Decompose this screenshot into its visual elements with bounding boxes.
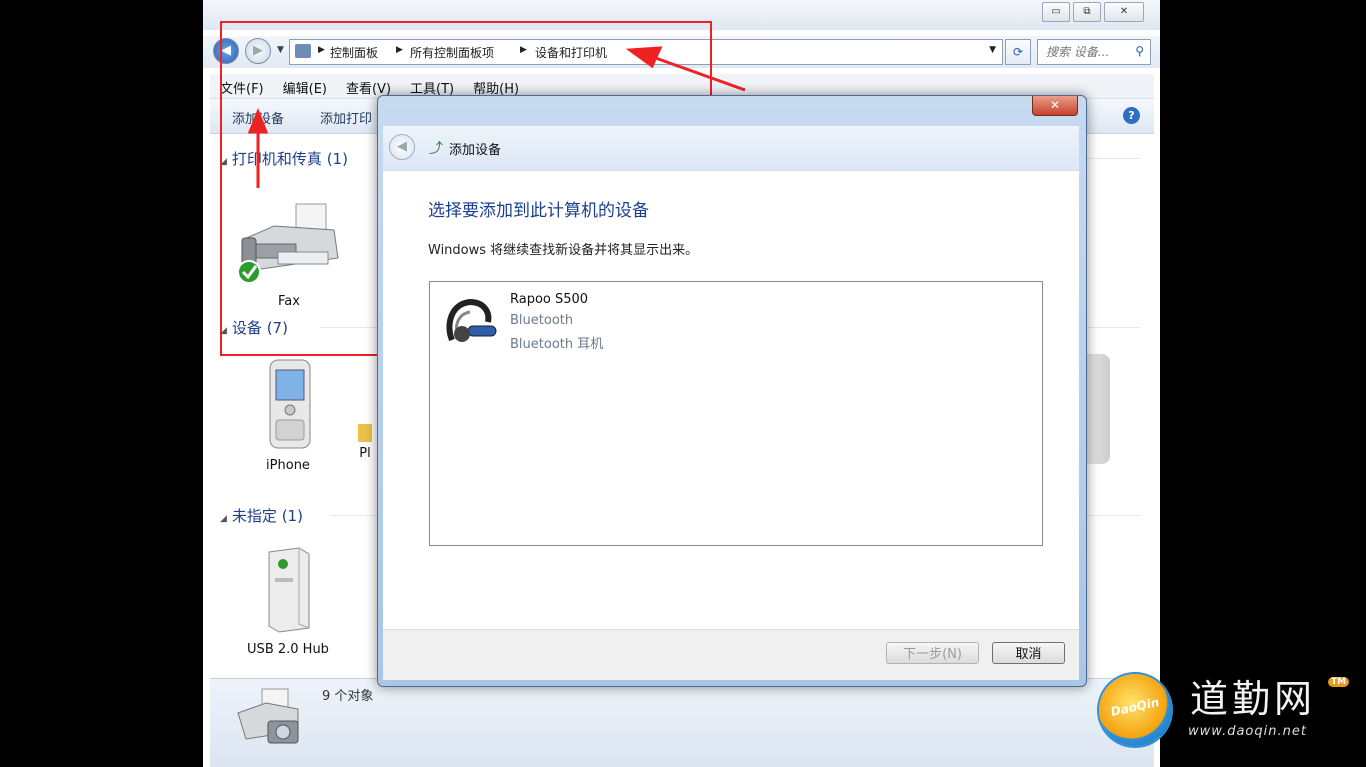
maximize-button[interactable]: ⧉ [1073,2,1101,22]
fax-icon [237,203,339,284]
add-printer-command[interactable]: 添加打印 [320,108,372,127]
title-bar: ▭ ⧉ ✕ [203,0,1160,30]
dialog-body: 选择要添加到此计算机的设备 Windows 将继续查找新设备并将其显示出来。 R… [383,170,1079,630]
device-icon [358,424,372,442]
dialog-back-button[interactable]: ◀ [389,134,415,160]
next-button[interactable]: 下一步(N) [886,642,979,664]
back-button[interactable]: ◀ [213,38,239,64]
address-row: ◀ ▶ ▼ ▶ 控制面板 ▶ 所有控制面板项 ▶ 设备和打印机 ▼ ⟳ ⚲ [203,36,1160,68]
search-input[interactable] [1044,41,1130,63]
watermark-url: www.daoqin.net [1188,724,1307,739]
arrow-left-icon: ◀ [221,43,231,58]
phone-icon [269,359,311,449]
device-name: Rapoo S500 [510,292,589,307]
dialog-close-button[interactable]: ✕ [1032,96,1078,116]
device-label: Fax [278,294,300,309]
breadcrumb-devices-printers[interactable]: 设备和打印机 [535,44,607,61]
watermark-logo: DaoQin [1099,674,1171,746]
device-usb-hub[interactable]: USB 2.0 Hub [238,544,338,657]
group-printers-header[interactable]: ◢ 打印机和传真 (1) [220,148,348,169]
group-devices-header[interactable]: ◢ 设备 (7) [220,317,288,338]
breadcrumb-control-panel[interactable]: 控制面板 [330,44,378,61]
device-label: Pl [359,446,371,461]
dialog-heading: 选择要添加到此计算机的设备 [428,201,649,221]
group-unspecified-label: 未指定 (1) [231,507,303,525]
recent-pages-dropdown[interactable]: ▼ [277,45,284,55]
dialog-footer: 下一步(N) 取消 [383,629,1079,680]
device-type: Bluetooth [510,313,574,328]
device-fax[interactable]: Fax [230,200,348,309]
device-iphone[interactable]: iPhone [248,358,328,473]
breadcrumb-separator-icon[interactable]: ▶ [520,45,527,55]
refresh-button[interactable]: ⟳ [1005,39,1031,65]
dialog-subtitle: Windows 将继续查找新设备并将其显示出来。 [428,243,699,258]
object-count: 9 个对象 [322,689,374,704]
cancel-button[interactable]: 取消 [992,642,1065,664]
devices-printers-icon [237,688,299,744]
address-bar[interactable]: ▶ 控制面板 ▶ 所有控制面板项 ▶ 设备和打印机 ▼ [289,39,1003,65]
add-device-command[interactable]: 添加设备 [232,108,284,127]
window-controls: ▭ ⧉ ✕ [1039,2,1144,22]
add-device-dialog: ✕ ◀ ⤴ 添加设备 选择要添加到此计算机的设备 Windows 将继续查找新设… [377,95,1087,687]
group-devices-label: 设备 (7) [231,319,288,337]
collapse-triangle-icon[interactable]: ◢ [220,157,227,167]
headset-icon [446,298,497,342]
group-printers-label: 打印机和传真 (1) [231,150,348,168]
watermark-tm: TM [1328,677,1350,687]
control-panel-icon [295,44,311,58]
dialog-header: ◀ ⤴ 添加设备 [383,126,1079,170]
help-icon[interactable]: ? [1123,107,1140,124]
watermark-brand: 道勤网 [1190,677,1317,721]
breadcrumb-separator-icon[interactable]: ▶ [396,45,403,55]
usb-hub-icon [268,547,310,633]
minimize-button[interactable]: ▭ [1042,2,1070,22]
add-device-icon: ⤴ [429,141,443,157]
device-category: Bluetooth 耳机 [510,337,604,352]
menu-file[interactable]: 文件(F) [210,74,273,98]
refresh-icon: ⟳ [1012,45,1024,59]
found-device-item[interactable]: Rapoo S500 Bluetooth Bluetooth 耳机 [444,290,664,352]
group-unspecified-header[interactable]: ◢ 未指定 (1) [220,505,303,526]
device-label: USB 2.0 Hub [247,642,329,657]
address-dropdown-icon[interactable]: ▼ [989,45,996,55]
search-box: ⚲ [1037,39,1151,65]
arrow-left-icon: ◀ [397,139,407,154]
device-label: iPhone [266,458,310,473]
dialog-title: 添加设备 [449,143,502,158]
found-devices-list: Rapoo S500 Bluetooth Bluetooth 耳机 [429,281,1043,546]
watermark-logo-text: DaoQin [1109,695,1161,719]
search-icon[interactable]: ⚲ [1135,44,1144,58]
details-pane: 9 个对象 [210,678,1154,767]
breadcrumb-separator-icon[interactable]: ▶ [318,45,325,55]
breadcrumb-all-items[interactable]: 所有控制面板项 [410,44,494,61]
arrow-right-icon: ▶ [253,43,263,58]
close-button[interactable]: ✕ [1104,2,1144,22]
device-partial[interactable]: Pl [350,424,380,461]
collapse-triangle-icon[interactable]: ◢ [220,326,227,336]
menu-edit[interactable]: 编辑(E) [273,74,336,98]
collapse-triangle-icon[interactable]: ◢ [220,514,227,524]
forward-button[interactable]: ▶ [245,38,271,64]
